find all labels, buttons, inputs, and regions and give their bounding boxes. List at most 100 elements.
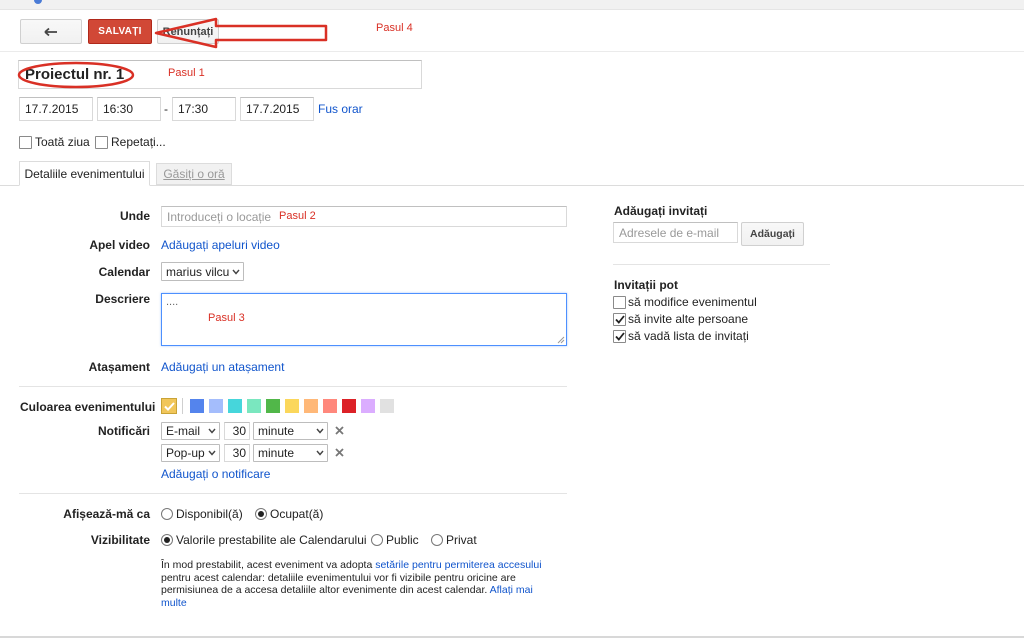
radio-visibility-public[interactable]: [371, 534, 383, 546]
color-swatch-4[interactable]: [247, 399, 261, 413]
color-swatch-8[interactable]: [323, 399, 337, 413]
annotation-step1: Pasul 1: [168, 67, 205, 79]
repeat-label: Repetați...: [111, 135, 166, 149]
notification-2-method-value: Pop-up: [166, 446, 205, 460]
checkmark-icon: [614, 332, 625, 341]
attachment-label: Atașament: [88, 360, 150, 374]
calendar-select[interactable]: marius vilcu: [161, 262, 244, 281]
checkmark-icon: [614, 315, 625, 324]
tab-find-time[interactable]: Găsiți o oră: [156, 163, 232, 185]
chevron-down-icon: [316, 428, 324, 434]
chevron-down-icon: [208, 450, 216, 456]
radio-available-label: Disponibil(ă): [176, 507, 243, 521]
back-button[interactable]: [20, 19, 82, 44]
where-label: Unde: [120, 209, 150, 223]
color-swatch-6[interactable]: [285, 399, 299, 413]
repeat-checkbox[interactable]: [95, 136, 108, 149]
color-separator: [182, 398, 183, 414]
video-call-label: Apel video: [89, 238, 150, 252]
annotation-arrow-icon: [154, 17, 328, 49]
back-arrow-icon: [44, 27, 57, 36]
add-guest-button[interactable]: Adăugați: [741, 222, 804, 246]
color-swatch-5[interactable]: [266, 399, 280, 413]
annotation-step4: Pasul 4: [376, 22, 413, 34]
color-swatch-9[interactable]: [342, 399, 356, 413]
tab-event-details[interactable]: Detaliile evenimentului: [19, 161, 150, 186]
chevron-down-icon: [232, 269, 240, 275]
color-swatch-11[interactable]: [380, 399, 394, 413]
chevron-down-icon: [208, 428, 216, 434]
radio-busy-label: Ocupat(ă): [270, 507, 324, 521]
color-swatch-2[interactable]: [209, 399, 223, 413]
radio-visibility-private[interactable]: [431, 534, 443, 546]
permission-invite-label: să invite alte persoane: [628, 312, 749, 326]
color-swatch-10[interactable]: [361, 399, 375, 413]
annotation-step3: Pasul 3: [208, 312, 245, 324]
permission-invite-checkbox[interactable]: [613, 313, 626, 326]
permission-see-list-checkbox[interactable]: [613, 330, 626, 343]
annotation-ellipse-icon: [17, 61, 135, 89]
notification-1-method-select[interactable]: E-mail: [161, 422, 220, 440]
chevron-down-icon: [316, 450, 324, 456]
all-day-checkbox[interactable]: [19, 136, 32, 149]
checkmark-icon: [163, 401, 175, 411]
radio-available[interactable]: [161, 508, 173, 520]
all-day-label: Toată ziua: [35, 135, 90, 149]
notification-2-unit-value: minute: [258, 446, 295, 460]
visibility-label: Vizibilitate: [90, 533, 150, 547]
event-color-label: Culoarea evenimentului: [20, 400, 156, 414]
radio-visibility-public-label: Public: [386, 533, 419, 547]
toolbar-divider: [0, 51, 1024, 52]
help-text-part2: pentru acest calendar: detaliile evenime…: [161, 571, 516, 597]
permission-see-list-label: să vadă lista de invitați: [628, 329, 749, 343]
resize-handle-icon[interactable]: [557, 336, 565, 344]
radio-visibility-default-label: Valorile prestabilite ale Calendarului: [176, 533, 367, 547]
notification-1-amount-input[interactable]: 30: [224, 422, 250, 440]
visibility-help-text: În mod prestabilit, acest eveniment va a…: [161, 559, 561, 609]
radio-visibility-default[interactable]: [161, 534, 173, 546]
location-input[interactable]: Introduceți o locație: [161, 206, 567, 227]
help-text-part1: În mod prestabilit, acest eveniment va a…: [161, 559, 376, 571]
add-attachment-link[interactable]: Adăugați un atașament: [161, 360, 284, 374]
notification-2-method-select[interactable]: Pop-up: [161, 444, 220, 462]
end-date-input[interactable]: 17.7.2015: [240, 97, 314, 121]
start-time-input[interactable]: 16:30: [97, 97, 161, 121]
color-swatch-3[interactable]: [228, 399, 242, 413]
description-value: ....: [166, 296, 179, 308]
notification-1-unit-select[interactable]: minute: [253, 422, 328, 440]
notification-1-method-value: E-mail: [166, 424, 201, 438]
notification-1-unit-value: minute: [258, 424, 295, 438]
timezone-link[interactable]: Fus orar: [318, 102, 363, 116]
guest-email-input[interactable]: Adresele de e-mail: [613, 222, 738, 243]
notification-2-unit-select[interactable]: minute: [253, 444, 328, 462]
notification-2-amount-input[interactable]: 30: [224, 444, 250, 462]
end-time-input[interactable]: 17:30: [172, 97, 236, 121]
save-button[interactable]: SALVAȚI: [88, 19, 152, 44]
time-range-dash: -: [164, 102, 168, 116]
show-me-as-label: Afișează-mă ca: [63, 507, 150, 521]
calendar-label: Calendar: [98, 265, 150, 279]
radio-visibility-private-label: Privat: [446, 533, 477, 547]
notifications-label: Notificări: [97, 424, 150, 438]
top-bar: [0, 0, 1024, 10]
section-divider: [19, 493, 567, 494]
color-swatches: [190, 399, 394, 413]
calendar-select-value: marius vilcu: [166, 264, 230, 279]
tabs-baseline: [0, 185, 1024, 186]
access-settings-link[interactable]: setările pentru permiterea accesului: [375, 559, 541, 571]
add-video-call-link[interactable]: Adăugați apeluri video: [161, 238, 280, 252]
permission-modify-checkbox[interactable]: [613, 296, 626, 309]
close-icon[interactable]: [335, 448, 344, 457]
annotation-step2: Pasul 2: [279, 210, 316, 222]
close-icon[interactable]: [335, 426, 344, 435]
section-divider: [19, 386, 567, 387]
radio-busy[interactable]: [255, 508, 267, 520]
guests-divider: [613, 264, 830, 265]
default-color-swatch[interactable]: [161, 398, 177, 414]
permission-modify-label: să modifice evenimentul: [628, 295, 757, 309]
start-date-input[interactable]: 17.7.2015: [19, 97, 93, 121]
color-swatch-1[interactable]: [190, 399, 204, 413]
color-swatch-7[interactable]: [304, 399, 318, 413]
guest-permissions-title: Invitații pot: [614, 278, 678, 292]
add-notification-link[interactable]: Adăugați o notificare: [161, 467, 270, 481]
